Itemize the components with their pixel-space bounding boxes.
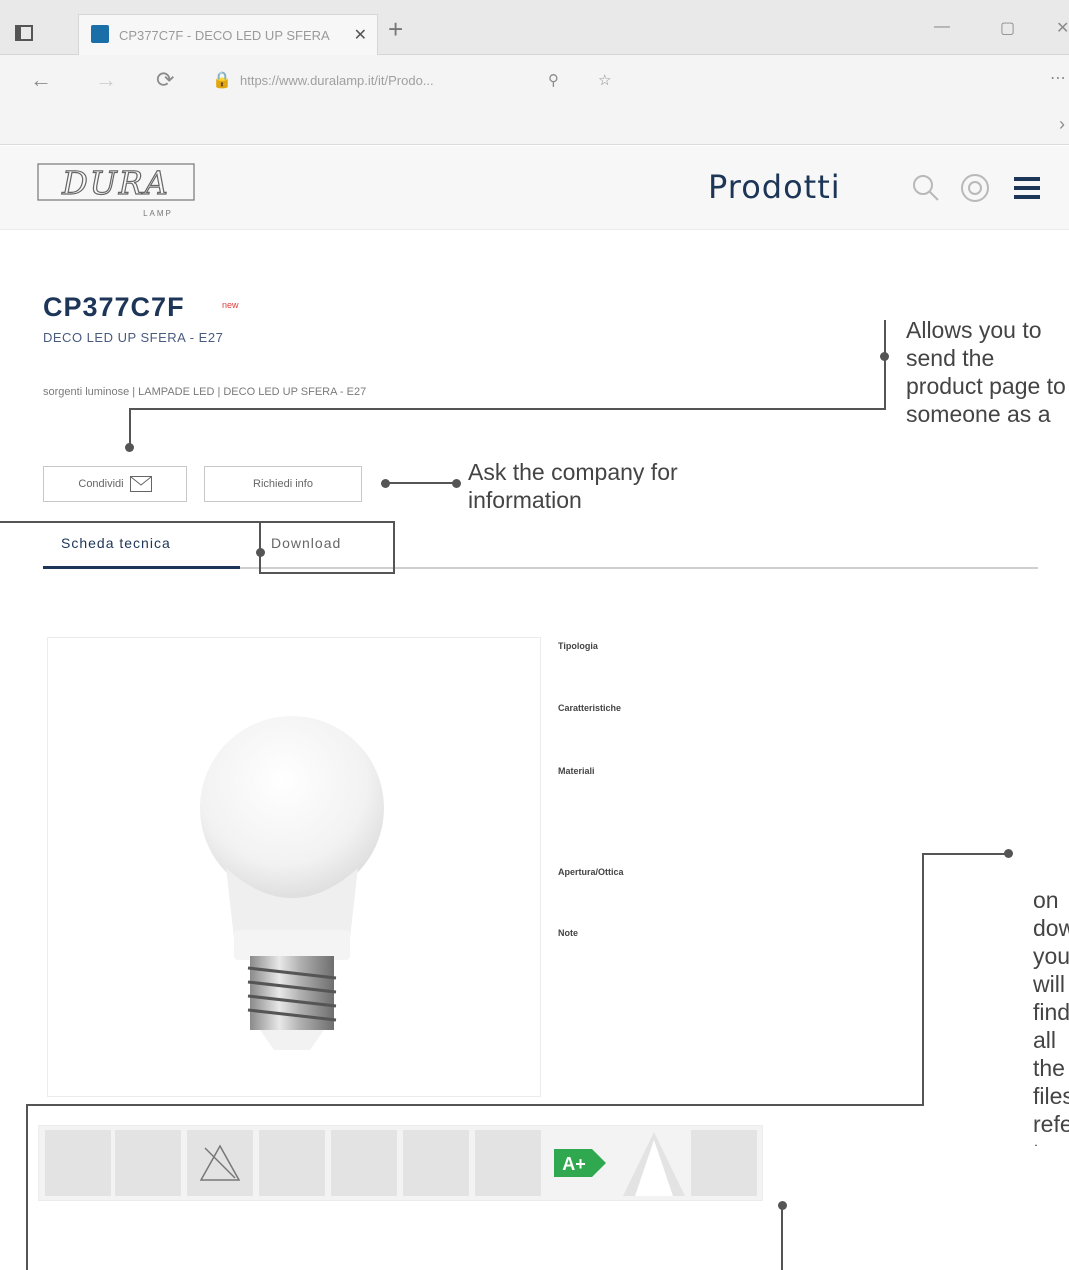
spec-note: Note [558, 928, 1018, 941]
new-tab-icon[interactable]: + [388, 16, 403, 42]
download-tab-highlight [259, 521, 395, 574]
feature-icon-strip: A+ [38, 1125, 763, 1201]
request-info-button[interactable]: Richiedi info [204, 466, 362, 502]
energy-class-label: A+ [562, 1154, 586, 1174]
callout-line [386, 482, 458, 484]
callout-dot [1004, 849, 1013, 858]
request-info-label: Richiedi info [253, 478, 313, 490]
lock-icon: 🔒 [212, 72, 232, 89]
share-callout-note: Allows you to send the product page to s… [906, 317, 1066, 432]
duralamp-logo[interactable]: DURA LAMP [36, 158, 200, 222]
callout-dot [452, 479, 461, 488]
logo-text: DURA [61, 164, 170, 202]
language-icon[interactable] [957, 170, 993, 206]
callout-dot [125, 443, 134, 452]
site-favicon-icon [91, 25, 109, 43]
callout-line [922, 853, 1008, 855]
callout-line [26, 1104, 28, 1270]
active-tab-indicator [43, 566, 240, 569]
mail-icon [129, 476, 152, 492]
tab-scheda-tecnica[interactable]: Scheda tecnica [61, 535, 171, 551]
callout-line [781, 1206, 783, 1270]
spec-title: Tipologia [558, 641, 598, 651]
beam-angle-icon [621, 1130, 687, 1196]
minimize-icon[interactable]: — [934, 18, 950, 36]
lifetime-icon [259, 1130, 325, 1196]
spec-title: Caratteristiche [558, 703, 622, 713]
dimension-icon [691, 1130, 757, 1196]
callout-line [26, 1104, 924, 1106]
callout-line [0, 521, 259, 523]
product-image[interactable] [47, 637, 541, 1097]
share-button[interactable]: Condividi [43, 466, 187, 502]
callout-line [922, 853, 924, 1106]
zoom-icon[interactable]: ⚲ [548, 73, 559, 88]
maximize-icon[interactable]: ▢ [1000, 18, 1015, 38]
favorites-bar: › [0, 110, 1069, 145]
breadcrumb[interactable]: sorgenti luminose | LAMPADE LED | DECO L… [43, 386, 366, 398]
site-header: DURA LAMP Prodotti [0, 146, 1069, 230]
callout-line [884, 320, 886, 410]
more-icon[interactable]: ⋯ [1050, 71, 1066, 87]
product-code: CP377C7F [43, 292, 185, 322]
socket-icon [403, 1130, 469, 1196]
tabs-callout-note: on download you will find all the files … [1033, 887, 1069, 1146]
spec-materiali: Materiali [558, 766, 1018, 779]
forward-icon[interactable]: → [95, 69, 117, 91]
spec-title: Materiali [558, 766, 595, 776]
browser-tab-bar: CP377C7F - DECO LED UP SFERA ✕ + — ▢ ✕ [0, 0, 1069, 55]
new-badge: new [222, 300, 239, 310]
menu-icon[interactable] [1010, 170, 1046, 206]
product-name: DECO LED UP SFERA - E27 [43, 330, 224, 345]
chevron-right-icon[interactable]: › [1059, 114, 1065, 135]
nav-title[interactable]: Prodotti [708, 168, 841, 206]
reading-view-icon[interactable]: ☆ [598, 73, 611, 88]
temperature-icon [475, 1130, 541, 1196]
tab-actions-icon[interactable] [10, 22, 40, 46]
url-field[interactable]: https://www.duralamp.it/it/Prodo... [240, 73, 434, 88]
share-button-label: Condividi [78, 478, 124, 490]
refresh-icon[interactable]: ⟳ [156, 69, 174, 91]
product-tabs: Scheda tecnica Download [43, 525, 1038, 569]
callout-dot [256, 548, 265, 557]
spec-apertura: Apertura/Ottica [558, 867, 1018, 880]
search-icon[interactable] [908, 170, 944, 206]
close-tab-icon[interactable]: ✕ [354, 25, 367, 45]
energy-class-icon: A+ [547, 1130, 613, 1196]
spec-title: Note [558, 928, 578, 938]
back-icon[interactable]: ← [30, 69, 52, 91]
led-bulb-image [200, 716, 384, 1050]
info-callout-note: Ask the company for information [468, 459, 678, 513]
close-window-icon[interactable]: ✕ [1056, 18, 1069, 38]
mercury-free-icon [187, 1130, 253, 1196]
ra-icon [115, 1130, 181, 1196]
callout-line [129, 408, 131, 448]
spec-tipologia: Tipologia [558, 641, 1018, 654]
voltage-icon [45, 1130, 111, 1196]
tab-title: CP377C7F - DECO LED UP SFERA [119, 28, 330, 43]
callout-dot [880, 352, 889, 361]
callout-line [130, 408, 886, 410]
ip-rating-icon [331, 1130, 397, 1196]
browser-tab[interactable]: CP377C7F - DECO LED UP SFERA ✕ [78, 14, 378, 55]
logo-sub: LAMP [143, 209, 173, 218]
spec-caratteristiche: Caratteristiche [558, 703, 1018, 716]
spec-title: Apertura/Ottica [558, 867, 624, 877]
address-bar: ← → ⟳ 🔒 https://www.duralamp.it/it/Prodo… [0, 55, 1069, 110]
